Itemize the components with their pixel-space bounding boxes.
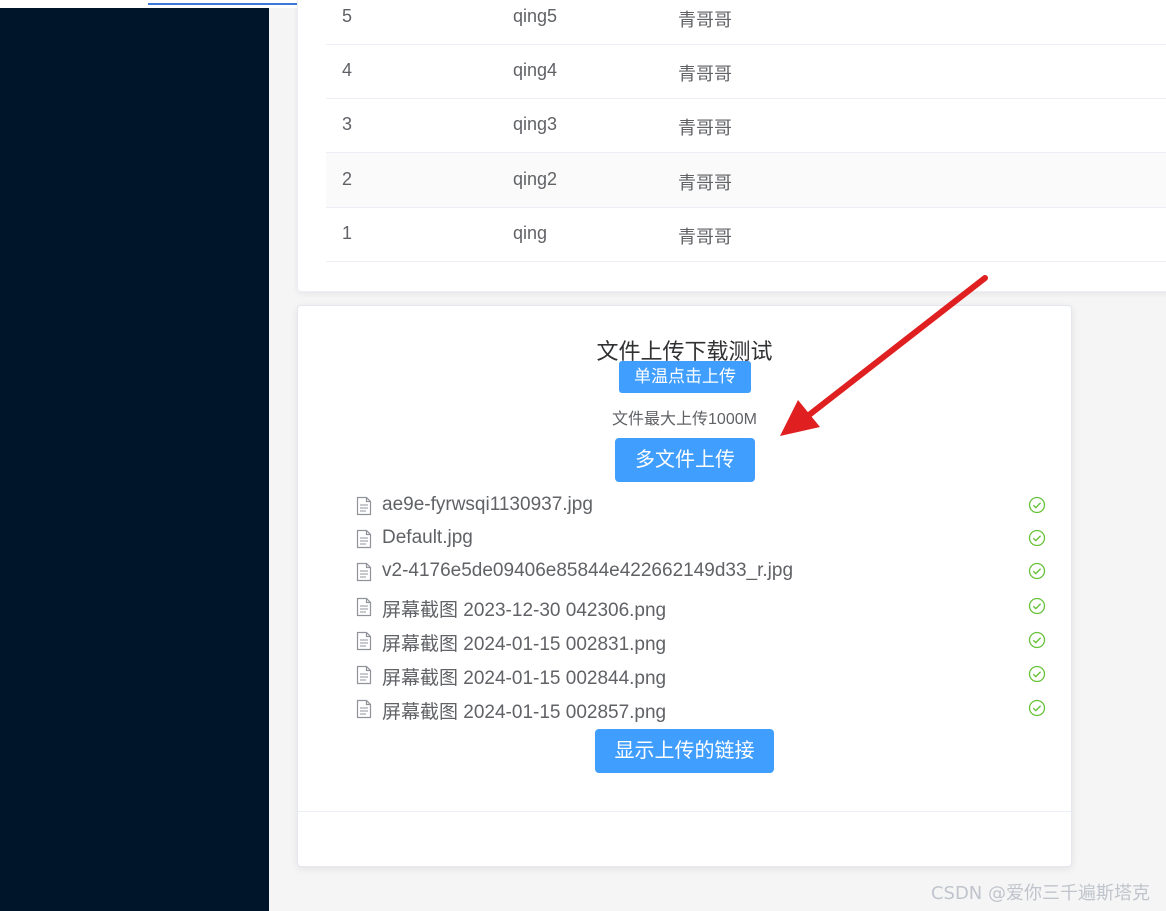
cell-id: 1 <box>342 223 353 243</box>
document-icon <box>356 496 372 516</box>
cell-username: qing4 <box>513 60 558 80</box>
table-row[interactable]: 2 qing2 青哥哥 <box>326 153 1166 208</box>
show-upload-links-button[interactable]: 显示上传的链接 <box>595 729 774 773</box>
document-icon <box>356 529 372 549</box>
cell-name: 青哥哥 <box>678 118 732 138</box>
cell-name: 青哥哥 <box>678 227 732 247</box>
single-upload-button[interactable]: 单温点击上传 <box>619 361 751 393</box>
check-circle-icon <box>1028 496 1046 514</box>
table-row[interactable]: 4 qing4 青哥哥 <box>326 44 1166 99</box>
cell-name: 青哥哥 <box>678 64 732 84</box>
card-footer-divider <box>298 811 1071 812</box>
file-name: v2-4176e5de09406e85844e422662149d33_r.jp… <box>382 560 794 581</box>
file-name: Default.jpg <box>382 527 473 548</box>
document-icon <box>356 631 372 651</box>
file-list-item[interactable]: Default.jpg <box>356 525 1046 555</box>
file-name: 屏幕截图 2024-01-15 002831.png <box>382 634 667 655</box>
cell-username: qing5 <box>513 6 558 26</box>
cell-id: 4 <box>342 60 353 80</box>
file-name: 屏幕截图 2024-01-15 002844.png <box>382 668 667 689</box>
cell-name: 青哥哥 <box>678 10 732 30</box>
document-icon <box>356 562 372 582</box>
sidebar <box>0 8 269 911</box>
file-name: 屏幕截图 2023-12-30 042306.png <box>382 600 667 621</box>
file-list-item[interactable]: 屏幕截图 2024-01-15 002857.png <box>356 695 1046 725</box>
file-list-item[interactable]: v2-4176e5de09406e85844e422662149d33_r.jp… <box>356 558 1046 588</box>
table-row[interactable]: 5 qing5 青哥哥 <box>326 0 1166 45</box>
cell-id: 3 <box>342 114 353 134</box>
check-circle-icon <box>1028 562 1046 580</box>
file-list-item[interactable]: ae9e-fyrwsqi1130937.jpg <box>356 492 1046 522</box>
cell-username: qing <box>513 223 548 243</box>
user-table-card: 5 qing5 青哥哥 4 qing4 青哥哥 3 qing3 青哥哥 2 qi… <box>297 0 1166 292</box>
file-name: 屏幕截图 2024-01-15 002857.png <box>382 702 667 723</box>
check-circle-icon <box>1028 631 1046 649</box>
csdn-watermark: CSDN @爱你三千遍斯塔克 <box>930 883 1150 904</box>
file-list-item[interactable]: 屏幕截图 2024-01-15 002831.png <box>356 627 1046 657</box>
table-row[interactable]: 1 qing 青哥哥 <box>326 207 1166 262</box>
file-name: ae9e-fyrwsqi1130937.jpg <box>382 494 593 515</box>
check-circle-icon <box>1028 665 1046 683</box>
check-circle-icon <box>1028 529 1046 547</box>
file-list-item[interactable]: 屏幕截图 2023-12-30 042306.png <box>356 593 1046 623</box>
document-icon <box>356 597 372 617</box>
check-circle-icon <box>1028 597 1046 615</box>
cell-username: qing3 <box>513 114 558 134</box>
cell-id: 2 <box>342 169 353 189</box>
document-icon <box>356 665 372 685</box>
file-list-item[interactable]: 屏幕截图 2024-01-15 002844.png <box>356 661 1046 691</box>
check-circle-icon <box>1028 699 1046 717</box>
red-arrow-annotation <box>780 275 988 436</box>
table-row[interactable]: 3 qing3 青哥哥 <box>326 98 1166 153</box>
cell-id: 5 <box>342 6 353 26</box>
multi-file-upload-button[interactable]: 多文件上传 <box>615 438 755 482</box>
cell-username: qing2 <box>513 169 558 189</box>
cell-name: 青哥哥 <box>678 173 732 193</box>
document-icon <box>356 699 372 719</box>
